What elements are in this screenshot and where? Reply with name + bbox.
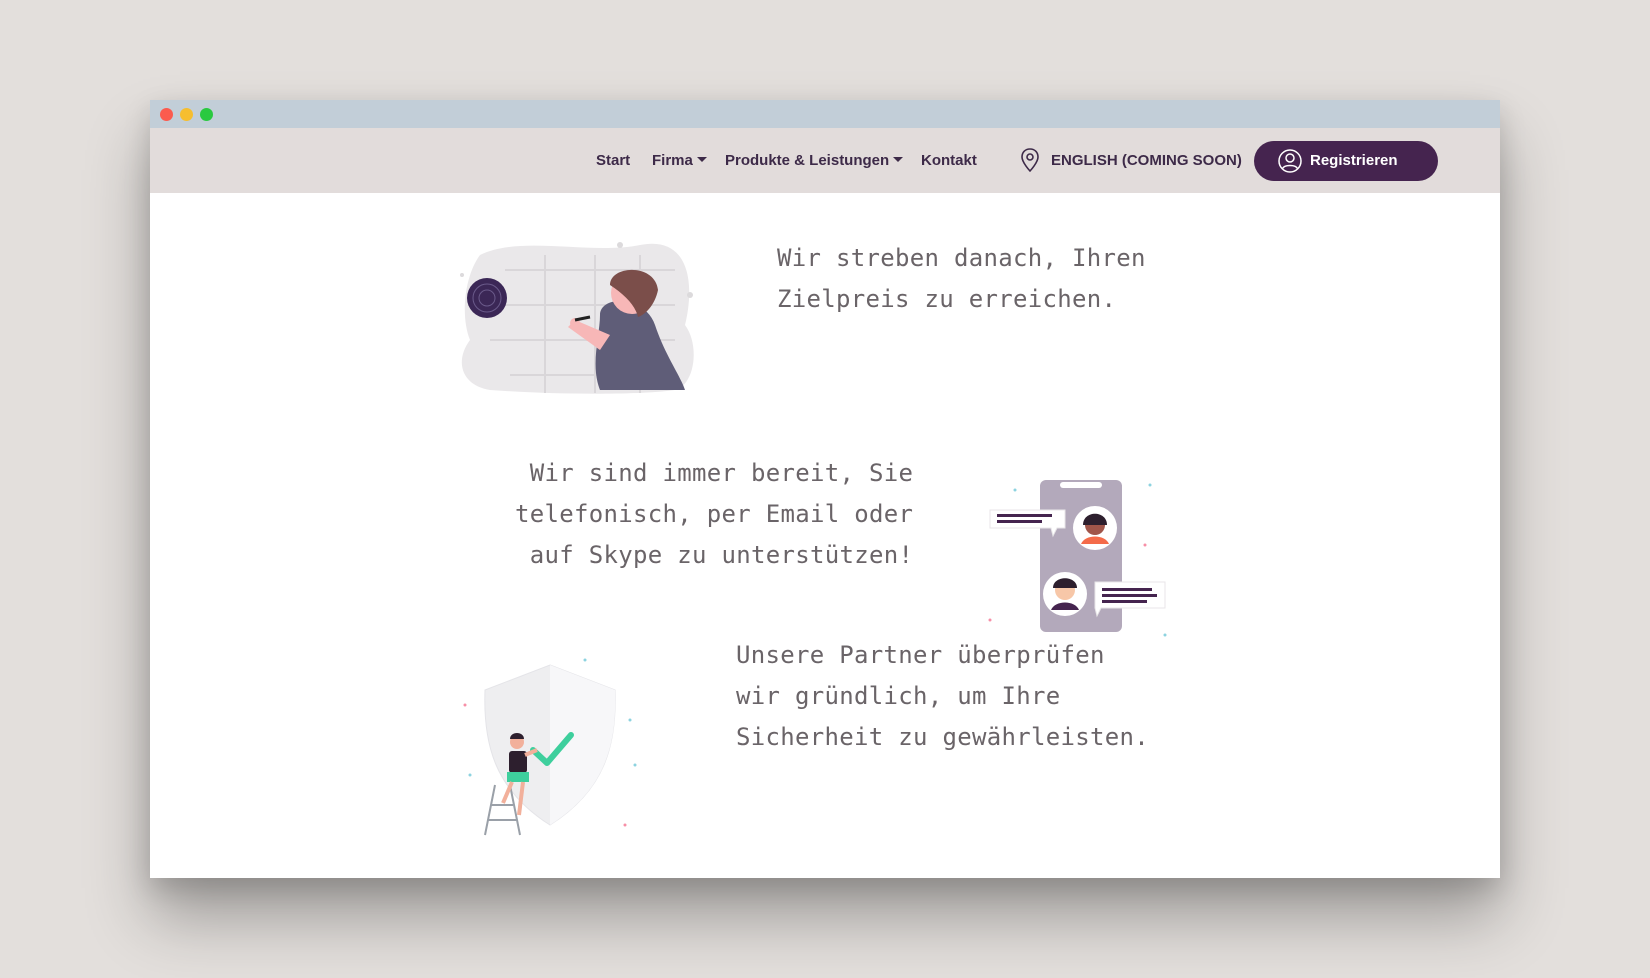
map-pin-icon: [1021, 148, 1039, 173]
minimize-window-button[interactable]: [180, 108, 193, 121]
register-button-label: Registrieren: [1310, 152, 1398, 169]
window-titlebar: [150, 100, 1500, 128]
close-window-button[interactable]: [160, 108, 173, 121]
phone-chat-illustration: [988, 480, 1167, 637]
nav-item-firma[interactable]: Firma: [652, 152, 707, 169]
feature-text-support: Wir sind immer bereit, Sie telefonisch, …: [515, 459, 914, 569]
user-circle-icon: [1278, 149, 1302, 173]
dart-target-illustration: [460, 242, 694, 394]
nav-item-produkte[interactable]: Produkte & Leistungen: [725, 152, 904, 169]
nav-item-kontakt[interactable]: Kontakt: [921, 152, 977, 169]
nav-item-start[interactable]: Start: [596, 152, 630, 169]
browser-window: Start Firma Produkte & Leistungen Kontak…: [150, 100, 1500, 878]
register-button[interactable]: Registrieren: [1254, 141, 1438, 181]
site-navbar: Start Firma Produkte & Leistungen Kontak…: [150, 128, 1500, 193]
feature-text-partner-check: Unsere Partner überprüfen wir gründlich,…: [736, 641, 1149, 751]
nav-item-language[interactable]: ENGLISH (COMING SOON): [1051, 152, 1242, 169]
chevron-down-icon: [696, 156, 707, 162]
security-shield-illustration: [463, 658, 637, 836]
chevron-down-icon: [893, 156, 904, 162]
nav-item-firma-label: Firma: [652, 152, 693, 169]
nav-item-produkte-label: Produkte & Leistungen: [725, 152, 890, 169]
feature-text-target-price: Wir streben danach, Ihren Zielpreis zu e…: [777, 244, 1146, 313]
maximize-window-button[interactable]: [200, 108, 213, 121]
